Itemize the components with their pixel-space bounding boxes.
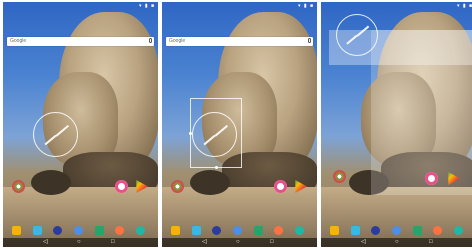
music-app-icon[interactable] <box>115 180 128 193</box>
chat-app-icon[interactable] <box>295 226 304 235</box>
status-bar: ▾ ▮ ■ <box>297 3 314 9</box>
google-search-bar[interactable]: Google <box>166 37 313 46</box>
recents-button[interactable]: □ <box>270 239 274 246</box>
clock-minute-hand <box>44 134 56 145</box>
folder-app-icon[interactable] <box>12 226 21 235</box>
photos-app-icon[interactable] <box>333 170 346 183</box>
google-logo: Google <box>10 38 27 44</box>
messaging-app-icon[interactable] <box>95 226 104 235</box>
clock-hour-hand <box>55 124 69 136</box>
app-dock <box>321 226 472 236</box>
music-app-icon[interactable] <box>425 172 438 185</box>
clock-widget[interactable] <box>33 112 78 157</box>
status-bar: ▾ ▮ ■ <box>456 3 472 9</box>
folder-app-icon[interactable] <box>330 226 339 235</box>
photos-app-icon[interactable] <box>12 180 25 193</box>
folder-app-icon[interactable] <box>171 226 180 235</box>
video-app-icon[interactable] <box>351 226 360 235</box>
camera-app-icon[interactable] <box>233 226 242 235</box>
back-button[interactable]: ◁ <box>202 239 207 246</box>
chat-app-icon[interactable] <box>136 226 145 235</box>
home-button[interactable]: ○ <box>77 239 81 246</box>
video-app-icon[interactable] <box>33 226 42 235</box>
clock-hour-hand <box>356 25 369 37</box>
back-button[interactable]: ◁ <box>361 239 366 246</box>
recents-button[interactable]: □ <box>111 239 115 246</box>
camera-app-icon[interactable] <box>74 226 83 235</box>
video-app-icon[interactable] <box>192 226 201 235</box>
wallpaper-boulder <box>190 170 230 195</box>
status-bar: ▾ ▮ ■ <box>138 3 155 9</box>
clock-minute-hand <box>346 35 358 45</box>
clock-widget[interactable] <box>336 14 378 56</box>
chat-app-icon[interactable] <box>454 226 463 235</box>
back-button[interactable]: ◁ <box>43 239 48 246</box>
resize-handle-bottom[interactable] <box>215 166 218 169</box>
home-screen-1: ▾ ▮ ■ Google ◁ ○ □ <box>3 2 158 247</box>
app-dock <box>162 226 317 236</box>
home-button[interactable]: ○ <box>395 239 399 246</box>
mic-icon[interactable] <box>149 38 152 43</box>
browser-app-icon[interactable] <box>212 226 221 235</box>
home-screen-2: ▾ ▮ ■ Google ◁ ○ □ <box>162 2 317 247</box>
recents-button[interactable]: □ <box>429 239 433 246</box>
music-app-icon[interactable] <box>274 180 287 193</box>
home-button[interactable]: ○ <box>236 239 240 246</box>
gallery-app-icon[interactable] <box>115 226 124 235</box>
browser-app-icon[interactable] <box>371 226 380 235</box>
home-screen-3: ▾ ▮ ■ ◁ ○ □ <box>321 2 472 247</box>
navigation-bar: ◁ ○ □ <box>3 238 158 247</box>
camera-app-icon[interactable] <box>392 226 401 235</box>
browser-app-icon[interactable] <box>53 226 62 235</box>
gallery-app-icon[interactable] <box>274 226 283 235</box>
drop-zone-overlay <box>371 30 472 195</box>
photos-app-icon[interactable] <box>171 180 184 193</box>
clock-hour-hand <box>214 124 228 136</box>
mic-icon[interactable] <box>308 38 311 43</box>
navigation-bar: ◁ ○ □ <box>162 238 317 247</box>
clock-widget[interactable] <box>192 112 237 157</box>
google-logo: Google <box>169 38 186 44</box>
navigation-bar: ◁ ○ □ <box>321 238 472 247</box>
clock-minute-hand <box>203 134 215 145</box>
app-dock <box>3 226 158 236</box>
messaging-app-icon[interactable] <box>413 226 422 235</box>
wallpaper-boulder <box>31 170 71 195</box>
google-search-bar[interactable]: Google <box>7 37 154 46</box>
messaging-app-icon[interactable] <box>254 226 263 235</box>
gallery-app-icon[interactable] <box>433 226 442 235</box>
